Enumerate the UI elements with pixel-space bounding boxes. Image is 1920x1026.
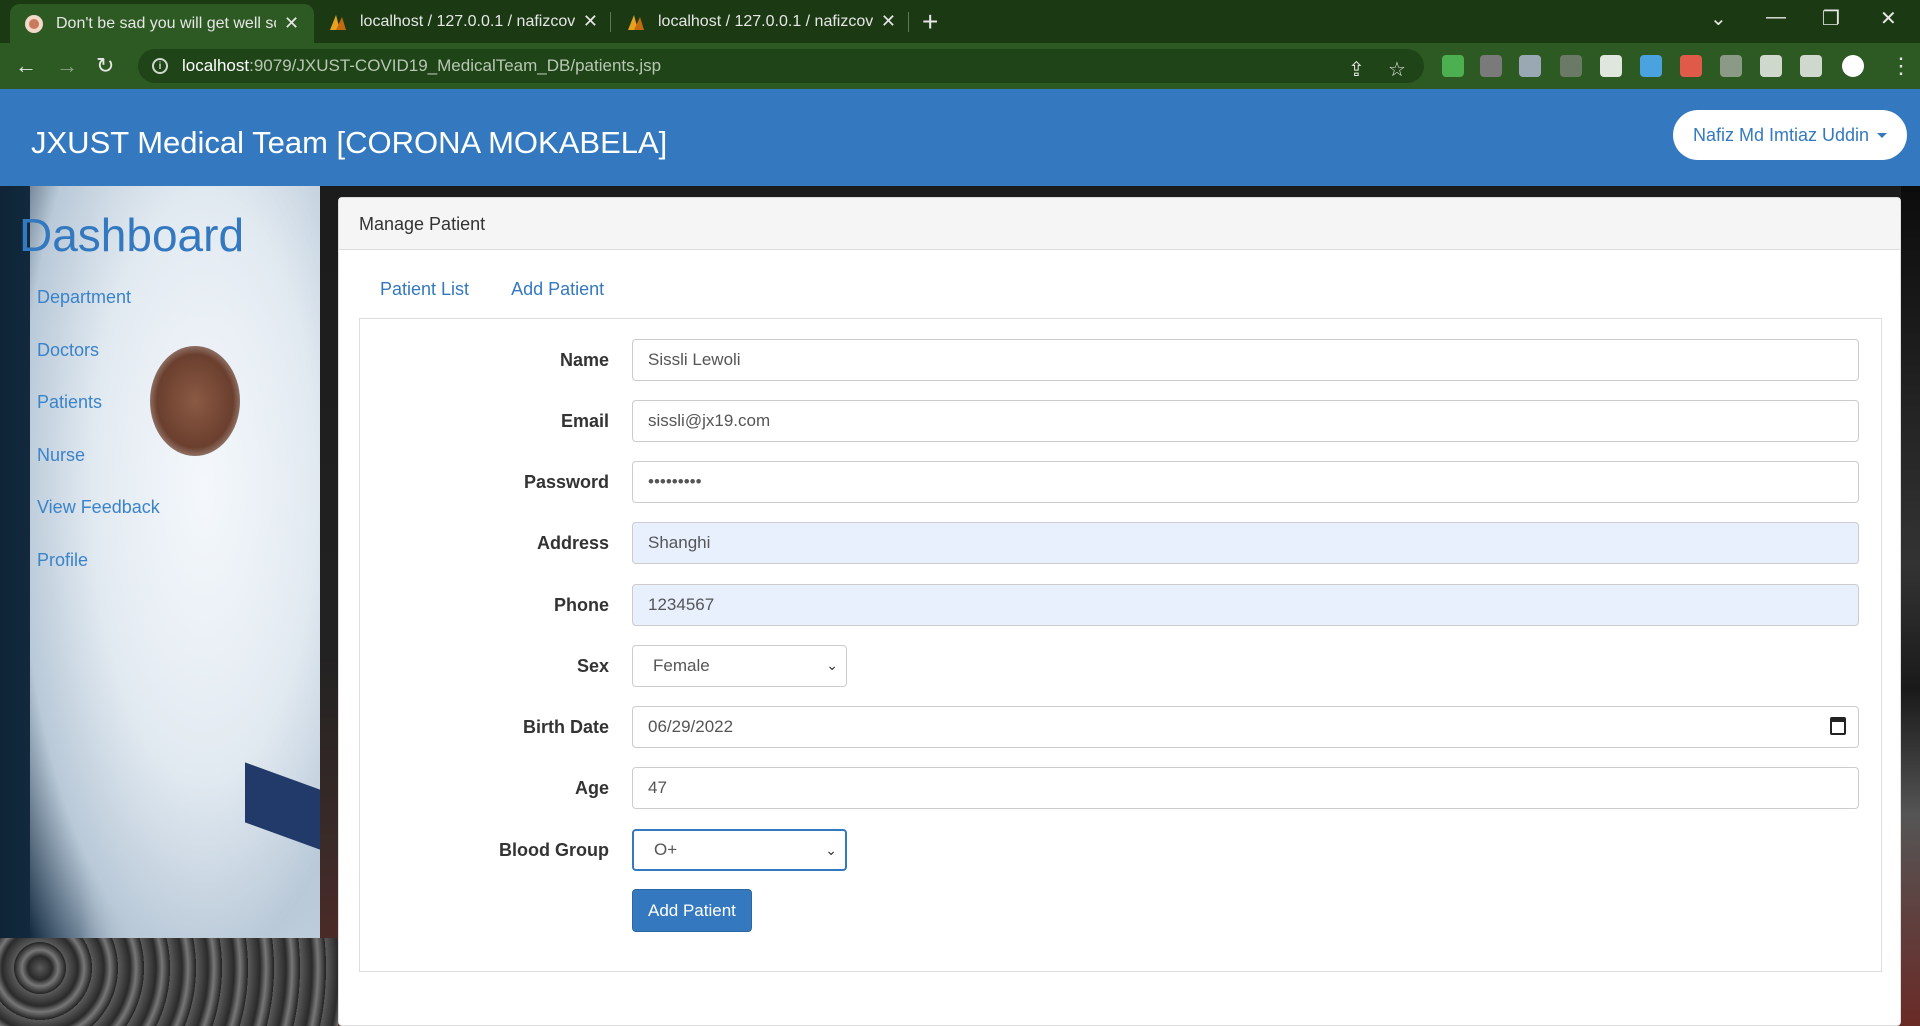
extension-icon[interactable] [1480, 55, 1502, 77]
form-row-age: Age 47 [360, 767, 1881, 811]
tab-search-icon[interactable]: ⌄ [1710, 6, 1727, 31]
side-panel-icon[interactable] [1800, 55, 1822, 77]
url-field[interactable]: i localhost:9079/JXUST-COVID19_MedicalTe… [138, 49, 1424, 83]
email-label: Email [560, 411, 609, 431]
blood-group-select[interactable]: O+ ⌄ [632, 829, 847, 871]
extension-icon[interactable] [1680, 55, 1702, 77]
password-label: Password [523, 472, 609, 492]
shield-extension-icon[interactable] [1442, 55, 1464, 77]
browser-tab[interactable]: localhost / 127.0.0.1 / nafizcovid19 ✕ [612, 0, 910, 43]
sidebar: Dashboard Department Doctors Patients Nu… [0, 186, 320, 938]
birth-date-label: Birth Date [522, 717, 609, 737]
sex-selected-value: Female [653, 656, 710, 675]
email-input[interactable]: sissli@jx19.com [632, 400, 1859, 442]
doctor-arm-image [150, 346, 240, 456]
highlighter-extension-icon[interactable] [1640, 55, 1662, 77]
blood-group-label: Blood Group [499, 840, 609, 860]
new-tab-icon[interactable]: + [922, 6, 938, 38]
close-tab-icon[interactable]: ✕ [881, 11, 896, 32]
window-close-icon[interactable]: ✕ [1880, 6, 1897, 31]
share-icon[interactable]: ⇪ [1348, 57, 1365, 82]
password-input[interactable]: ••••••••• [632, 461, 1859, 503]
chevron-down-icon: ⌄ [826, 657, 838, 673]
age-input[interactable]: 47 [632, 767, 1859, 809]
calendar-icon[interactable] [1830, 717, 1846, 735]
forward-icon[interactable]: → [56, 53, 78, 79]
sidebar-item-patients[interactable]: Patients [37, 392, 102, 413]
tab-separator [908, 12, 909, 32]
tab-title: localhost / 127.0.0.1 / nafizcovid19 [658, 12, 873, 30]
browser-tab-active[interactable]: Don't be sad you will get well soon ✕ [10, 4, 314, 43]
reload-icon[interactable]: ↻ [96, 53, 114, 79]
form-row-address: Address Shanghi [360, 522, 1881, 566]
url-path: :9079/JXUST-COVID19_MedicalTeam_DB/patie… [249, 56, 662, 75]
sex-select[interactable]: Female ⌄ [632, 645, 847, 687]
privacy-extension-icon[interactable] [1519, 55, 1541, 77]
tab-add-patient[interactable]: Add Patient [490, 269, 625, 319]
name-input[interactable]: Sissli Lewoli [632, 339, 1859, 381]
age-label: Age [574, 778, 609, 798]
sidebar-item-nurse[interactable]: Nurse [37, 445, 85, 466]
back-icon[interactable]: ← [15, 53, 37, 79]
address-label: Address [536, 533, 609, 553]
audio-extension-icon[interactable] [1560, 55, 1582, 77]
background-image [1901, 186, 1920, 1026]
panel-heading: Manage Patient [339, 198, 1900, 250]
chevron-down-icon: ⌄ [825, 842, 837, 858]
favicon-icon [25, 14, 43, 33]
form-row-password: Password ••••••••• [360, 461, 1881, 505]
phone-label: Phone [553, 595, 609, 615]
blood-group-selected-value: O+ [654, 840, 678, 859]
menu-kebab-icon[interactable]: ⋮ [1890, 53, 1912, 79]
name-label: Name [559, 350, 609, 370]
minimize-icon[interactable]: — [1766, 6, 1786, 29]
sidebar-item-department[interactable]: Department [37, 287, 131, 308]
address-bar: ← → ↻ i localhost:9079/JXUST-COVID19_Med… [0, 43, 1920, 89]
form-row-sex: Sex Female ⌄ [360, 645, 1881, 689]
sidebar-item-doctors[interactable]: Doctors [37, 340, 99, 361]
form-row-phone: Phone 1234567 [360, 584, 1881, 628]
tab-title: Don't be sad you will get well soon [56, 14, 276, 32]
sidebar-item-view-feedback[interactable]: View Feedback [37, 497, 160, 518]
add-patient-form: Name Sissli Lewoli Email sissli@jx19.com… [359, 318, 1882, 972]
phone-input[interactable]: 1234567 [632, 584, 1859, 626]
tab-separator [610, 12, 611, 32]
close-tab-icon[interactable]: ✕ [583, 11, 598, 32]
drive-extension-icon[interactable] [1600, 55, 1622, 77]
camera-extension-icon[interactable] [1720, 55, 1742, 77]
page: JXUST Medical Team [CORONA MOKABELA] Naf… [0, 89, 1920, 1026]
birth-date-value: 06/29/2022 [648, 717, 734, 736]
user-name: Nafiz Md Imtiaz Uddin [1693, 124, 1870, 145]
brand-title[interactable]: JXUST Medical Team [CORONA MOKABELA] [31, 125, 667, 161]
manage-patient-panel: Manage Patient Patient List Add Patient … [338, 197, 1901, 1026]
form-row-birth-date: Birth Date 06/29/2022 [360, 706, 1881, 750]
bookmark-star-icon[interactable]: ☆ [1388, 57, 1406, 82]
sidebar-item-profile[interactable]: Profile [37, 550, 88, 571]
birth-date-input[interactable]: 06/29/2022 [632, 706, 1859, 748]
top-navbar: JXUST Medical Team [CORONA MOKABELA] Naf… [0, 89, 1920, 186]
browser-tab-strip: Don't be sad you will get well soon ✕ lo… [0, 0, 1920, 43]
sex-label: Sex [576, 656, 609, 676]
panel-tabs: Patient List Add Patient [359, 269, 625, 319]
phpmyadmin-icon [628, 14, 644, 30]
add-patient-button[interactable]: Add Patient [632, 889, 752, 932]
close-tab-icon[interactable]: ✕ [284, 13, 299, 34]
tab-title: localhost / 127.0.0.1 / nafizcovid19 [360, 12, 575, 30]
phpmyadmin-icon [330, 14, 346, 30]
form-row-blood-group: Blood Group O+ ⌄ [360, 829, 1881, 873]
form-row-name: Name Sissli Lewoli [360, 339, 1881, 383]
profile-avatar-icon[interactable] [1842, 55, 1864, 77]
dashboard-title: Dashboard [19, 209, 245, 261]
restore-icon[interactable]: ❐ [1822, 6, 1840, 31]
background-image [0, 938, 338, 1026]
address-input[interactable]: Shanghi [632, 522, 1859, 564]
tab-patient-list[interactable]: Patient List [359, 269, 490, 319]
caret-down-icon [1877, 132, 1888, 138]
browser-tab[interactable]: localhost / 127.0.0.1 / nafizcovid19 ✕ [314, 0, 612, 43]
form-row-email: Email sissli@jx19.com [360, 400, 1881, 444]
user-dropdown-button[interactable]: Nafiz Md Imtiaz Uddin [1673, 110, 1908, 160]
site-info-icon[interactable]: i [152, 58, 168, 74]
url-host: localhost [182, 56, 250, 75]
puzzle-extensions-icon[interactable] [1760, 55, 1782, 77]
